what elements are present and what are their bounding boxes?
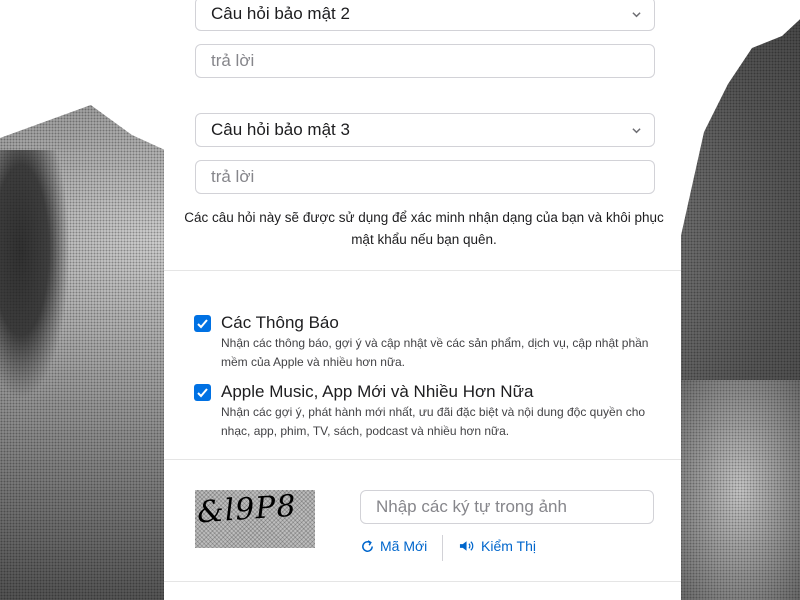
- apple-music-description: Nhận các gợi ý, phát hành mới nhất, ưu đ…: [221, 405, 646, 438]
- captcha-image-text: &l9P8: [195, 490, 298, 531]
- audio-captcha-button[interactable]: Kiểm Thị: [459, 538, 536, 554]
- announcements-description: Nhận các thông báo, gợi ý và cập nhật về…: [221, 336, 649, 369]
- checkmark-icon: [197, 319, 208, 329]
- security-question-2-select[interactable]: Câu hỏi bảo mật 2: [195, 0, 655, 31]
- checkmark-icon: [197, 388, 208, 398]
- chevron-down-icon: [632, 128, 641, 134]
- security-answer-3-input[interactable]: trả lời: [195, 160, 655, 194]
- divider: [164, 581, 681, 582]
- apple-music-title: Apple Music, App Mới và Nhiều Hơn Nữa: [221, 382, 534, 401]
- chevron-down-icon: [632, 12, 641, 18]
- apple-music-checkbox[interactable]: [194, 384, 211, 401]
- captcha-input[interactable]: Nhập các ký tự trong ảnh: [360, 490, 654, 524]
- security-question-3-label: Câu hỏi bảo mật 3: [211, 120, 350, 139]
- security-answer-2-placeholder: trả lời: [211, 51, 255, 70]
- security-question-3-select[interactable]: Câu hỏi bảo mật 3: [195, 113, 655, 147]
- security-hint: Các câu hỏi này sẽ được sử dụng để xác m…: [184, 210, 664, 247]
- divider: [164, 270, 681, 271]
- background-rocks: [680, 380, 800, 600]
- security-question-2-label: Câu hỏi bảo mật 2: [211, 4, 350, 23]
- background-tree: [0, 150, 70, 400]
- captcha-input-placeholder: Nhập các ký tự trong ảnh: [376, 497, 567, 516]
- refresh-icon: [362, 539, 373, 552]
- speaker-icon: [459, 541, 474, 551]
- security-answer-2-input[interactable]: trả lời: [195, 44, 655, 78]
- link-separator: [442, 535, 443, 561]
- new-code-label: Mã Mới: [380, 538, 428, 554]
- form-card: Câu hỏi bảo mật 2 trả lời Câu hỏi bảo mậ…: [164, 0, 681, 600]
- announcements-checkbox[interactable]: [194, 315, 211, 332]
- new-code-button[interactable]: Mã Mới: [360, 538, 427, 554]
- divider: [164, 459, 681, 460]
- announcements-title: Các Thông Báo: [221, 313, 339, 332]
- security-answer-3-placeholder: trả lời: [211, 167, 255, 186]
- audio-captcha-label: Kiểm Thị: [481, 538, 536, 554]
- captcha-image: &l9P8: [195, 490, 315, 548]
